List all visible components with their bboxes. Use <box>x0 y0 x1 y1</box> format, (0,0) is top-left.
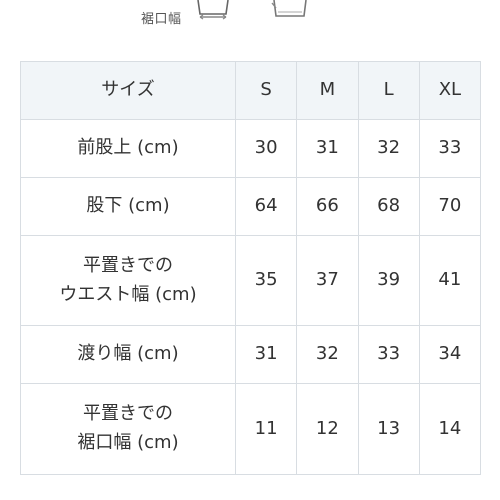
left-leg-hem-icon <box>197 0 229 20</box>
size-chart-page: 裾口幅 サイズ S M L XL 前股上 (cm) 30 31 32 33 股下… <box>0 0 500 500</box>
row-label-line: 平置きでの <box>83 254 173 276</box>
table-cell: 66 <box>296 177 359 236</box>
row-label-line: 渡り幅 (cm) <box>77 343 179 365</box>
row-label-hem-width: 平置きでの 裾口幅 (cm) <box>20 383 236 475</box>
table-cell: 70 <box>418 177 482 236</box>
row-label-line: 股下 (cm) <box>86 195 170 217</box>
header-label-size: サイズ <box>20 61 236 120</box>
table-cell: 30 <box>234 119 298 178</box>
size-table: サイズ S M L XL 前股上 (cm) 30 31 32 33 股下 (cm… <box>20 61 482 475</box>
table-cell: 33 <box>418 119 482 178</box>
pants-diagram-crop: 裾口幅 <box>0 0 500 34</box>
row-label-line: ウエスト幅 (cm) <box>59 283 197 305</box>
table-cell: 13 <box>357 383 420 475</box>
table-row: 渡り幅 (cm) 31 32 33 34 <box>20 325 482 384</box>
table-cell: 39 <box>357 235 420 326</box>
table-cell: 64 <box>234 177 298 236</box>
table-cell: 31 <box>234 325 298 384</box>
row-label-inseam: 股下 (cm) <box>20 177 236 236</box>
table-row: 股下 (cm) 64 66 68 70 <box>20 177 482 236</box>
header-size-s: S <box>234 61 298 120</box>
header-size-m: M <box>296 61 359 120</box>
table-cell: 33 <box>357 325 420 384</box>
row-label-line: 平置きでの <box>83 403 173 425</box>
table-cell: 31 <box>296 119 359 178</box>
table-cell: 11 <box>234 383 298 475</box>
header-size-l: L <box>357 61 420 120</box>
header-size-xl: XL <box>418 61 482 120</box>
row-label-thigh-width: 渡り幅 (cm) <box>20 325 236 384</box>
table-cell: 34 <box>418 325 482 384</box>
table-row: 平置きでの ウエスト幅 (cm) 35 37 39 41 <box>20 235 482 326</box>
hem-width-label: 裾口幅 <box>141 12 182 27</box>
right-leg-hem-icon <box>271 0 307 17</box>
table-cell: 41 <box>418 235 482 326</box>
table-cell: 32 <box>296 325 359 384</box>
row-label-waist-width: 平置きでの ウエスト幅 (cm) <box>20 235 236 326</box>
table-cell: 35 <box>234 235 298 326</box>
row-label-front-rise: 前股上 (cm) <box>20 119 236 178</box>
table-header-row: サイズ S M L XL <box>20 61 482 120</box>
table-cell: 68 <box>357 177 420 236</box>
table-cell: 32 <box>357 119 420 178</box>
table-cell: 12 <box>296 383 359 475</box>
table-cell: 37 <box>296 235 359 326</box>
row-label-line: 前股上 (cm) <box>77 137 179 159</box>
table-row: 前股上 (cm) 30 31 32 33 <box>20 119 482 178</box>
table-row: 平置きでの 裾口幅 (cm) 11 12 13 14 <box>20 383 482 475</box>
table-cell: 14 <box>418 383 482 475</box>
row-label-line: 裾口幅 (cm) <box>77 432 179 453</box>
